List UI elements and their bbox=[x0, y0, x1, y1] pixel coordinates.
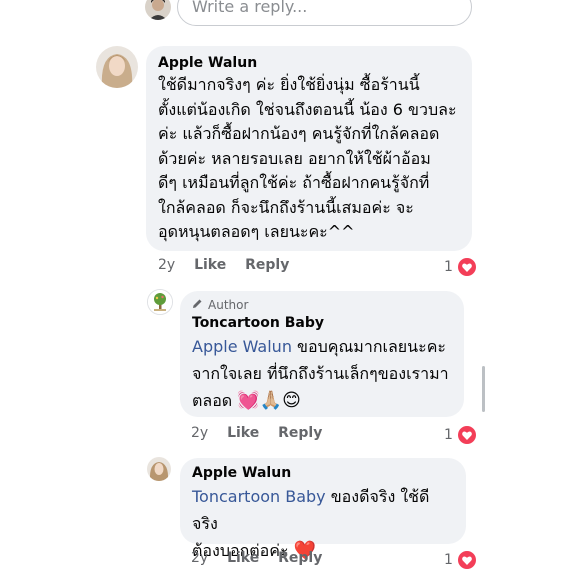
current-user-avatar bbox=[145, 0, 171, 20]
comment-text: ใช้ดีมากจริงๆ ค่ะ ยิ่งใช้ยิ่งนุ่ม ซื้อร้… bbox=[158, 73, 460, 245]
mention-link[interactable]: Apple Walun bbox=[192, 337, 292, 356]
like-button[interactable]: Like bbox=[194, 257, 226, 273]
avatar[interactable] bbox=[96, 46, 138, 88]
reaction-number: 1 bbox=[444, 552, 453, 568]
comment-line: ตลอด bbox=[192, 391, 233, 410]
comment-line: จากใจเลย ที่นึกถึงร้านเล็กๆของเรามา bbox=[192, 364, 449, 383]
reply-button[interactable]: Reply bbox=[278, 425, 322, 441]
scrollbar[interactable] bbox=[482, 366, 485, 412]
comment-line: ขอบคุณมากเลยนะคะ bbox=[291, 337, 446, 356]
heart-icon bbox=[455, 256, 478, 278]
pencil-icon bbox=[192, 298, 203, 312]
comment-author[interactable]: Apple Walun bbox=[158, 55, 460, 71]
comment-actions: 2y Like Reply bbox=[191, 550, 336, 566]
reply-bubble: Author Toncartoon Baby Apple Walun ขอบคุ… bbox=[180, 291, 464, 417]
reaction-count[interactable]: 1 bbox=[444, 424, 478, 446]
comment-line: ค่ะ แล้วก็ซื้อฝากน้องๆ คนรู้จักที่ใกล้คล… bbox=[158, 124, 440, 143]
avatar[interactable] bbox=[147, 457, 171, 481]
heart-icon bbox=[455, 549, 478, 571]
like-button[interactable]: Like bbox=[227, 550, 259, 566]
page-avatar[interactable] bbox=[147, 289, 173, 315]
comment-time[interactable]: 2y bbox=[158, 257, 175, 273]
comment-author[interactable]: Apple Walun bbox=[192, 465, 454, 481]
heart-icon bbox=[455, 424, 478, 446]
comment-line: ใกล้คลอด ก็จะนึกถึงร้านนี้เสมอค่ะ จะ bbox=[158, 197, 414, 217]
reaction-count[interactable]: 1 bbox=[444, 256, 478, 278]
author-tag-label: Author bbox=[208, 298, 249, 312]
comment-actions: 2y Like Reply bbox=[158, 257, 303, 273]
comment-author[interactable]: Toncartoon Baby bbox=[192, 315, 452, 331]
emoji: 💓🙏🏼😊 bbox=[237, 390, 301, 411]
reply-input[interactable]: Write a reply... bbox=[177, 0, 472, 26]
comment-bubble: Apple Walun ใช้ดีมากจริงๆ ค่ะ ยิ่งใช้ยิ่… bbox=[146, 46, 472, 251]
reply-button[interactable]: Reply bbox=[278, 550, 322, 566]
comment-text: Apple Walun ขอบคุณมากเลยนะคะ จากใจเลย ที… bbox=[192, 333, 452, 414]
reply-bubble: Apple Walun Toncartoon Baby ของดีจริง ใช… bbox=[180, 458, 466, 561]
reply-button[interactable]: Reply bbox=[245, 257, 289, 273]
comment-line: ดีๆ เหมือนที่ลูกใช้ค่ะ ถ้าซื้อฝากคนรู้จั… bbox=[158, 173, 430, 192]
comment-line: ใช้ดีมากจริงๆ ค่ะ ยิ่งใช้ยิ่งนุ่ม ซื้อร้… bbox=[158, 75, 420, 94]
comment-line: ตั้งแต่น้องเกิด ใช่จนถึงตอนนี้ น้อง 6 ขว… bbox=[158, 99, 457, 119]
like-button[interactable]: Like bbox=[227, 425, 259, 441]
reaction-count[interactable]: 1 bbox=[444, 549, 478, 571]
comment-time[interactable]: 2y bbox=[191, 550, 208, 566]
comment-time[interactable]: 2y bbox=[191, 425, 208, 441]
comment-actions: 2y Like Reply bbox=[191, 425, 336, 441]
comment-line: ด้วยค่ะ หลายรอบเลย อยากให้ใช้ผ้าอ้อม bbox=[158, 148, 431, 168]
author-badge: Author bbox=[192, 298, 452, 312]
reaction-number: 1 bbox=[444, 259, 453, 275]
reaction-number: 1 bbox=[444, 427, 453, 443]
mention-link[interactable]: Toncartoon Baby bbox=[192, 487, 326, 506]
comment-line: อุดหนุนตลอดๆ เลยนะคะ^^ bbox=[158, 222, 355, 241]
